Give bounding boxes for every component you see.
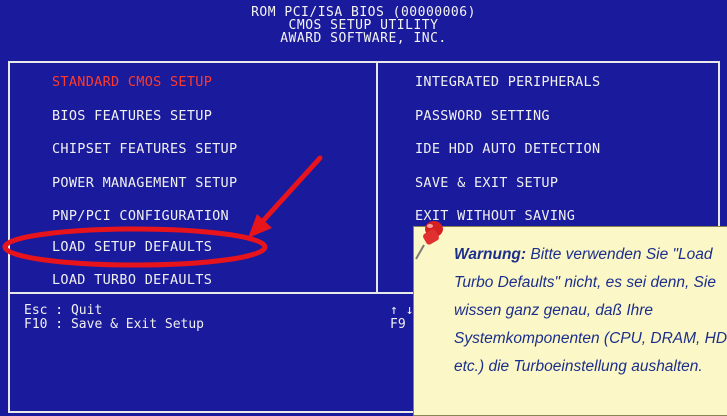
menu-item-bios-features-setup[interactable]: BIOS FEATURES SETUP <box>52 108 212 124</box>
warning-note-text: Warnung: Bitte verwenden Sie "Load Turbo… <box>454 241 727 381</box>
menu-item-pnp-pci-configuration[interactable]: PNP/PCI CONFIGURATION <box>52 208 229 224</box>
menu-item-chipset-features-setup[interactable]: CHIPSET FEATURES SETUP <box>52 141 237 157</box>
pushpin-icon <box>415 221 443 260</box>
warning-note-title: Warnung: <box>454 246 527 263</box>
menu-item-integrated-peripherals[interactable]: INTEGRATED PERIPHERALS <box>415 74 600 90</box>
help-f9: F9 <box>390 317 406 332</box>
warning-note-body: Bitte verwenden Sie "Load Turbo Defaults… <box>454 246 727 375</box>
bios-header-line3: AWARD SOFTWARE, INC. <box>280 31 447 46</box>
bios-header: ROM PCI/ISA BIOS (00000006) CMOS SETUP U… <box>0 0 727 58</box>
menu-item-save-exit-setup[interactable]: SAVE & EXIT SETUP <box>415 175 558 191</box>
menu-item-load-turbo-defaults[interactable]: LOAD TURBO DEFAULTS <box>52 272 212 288</box>
menu-item-ide-hdd-auto-detection[interactable]: IDE HDD AUTO DETECTION <box>415 141 600 157</box>
help-arrows: ↑ ↓ <box>390 303 414 318</box>
menu-item-standard-cmos-setup[interactable]: STANDARD CMOS SETUP <box>52 74 212 90</box>
menu-column-divider <box>376 61 378 293</box>
help-f10-save-exit: F10 : Save & Exit Setup <box>24 317 205 332</box>
warning-note: Warnung: Bitte verwenden Sie "Load Turbo… <box>413 226 727 416</box>
menu-item-power-management-setup[interactable]: POWER MANAGEMENT SETUP <box>52 175 237 191</box>
menu-item-password-setting[interactable]: PASSWORD SETTING <box>415 108 550 124</box>
menu-item-load-setup-defaults[interactable]: LOAD SETUP DEFAULTS <box>52 239 212 255</box>
help-esc-quit: Esc : Quit <box>24 303 103 318</box>
